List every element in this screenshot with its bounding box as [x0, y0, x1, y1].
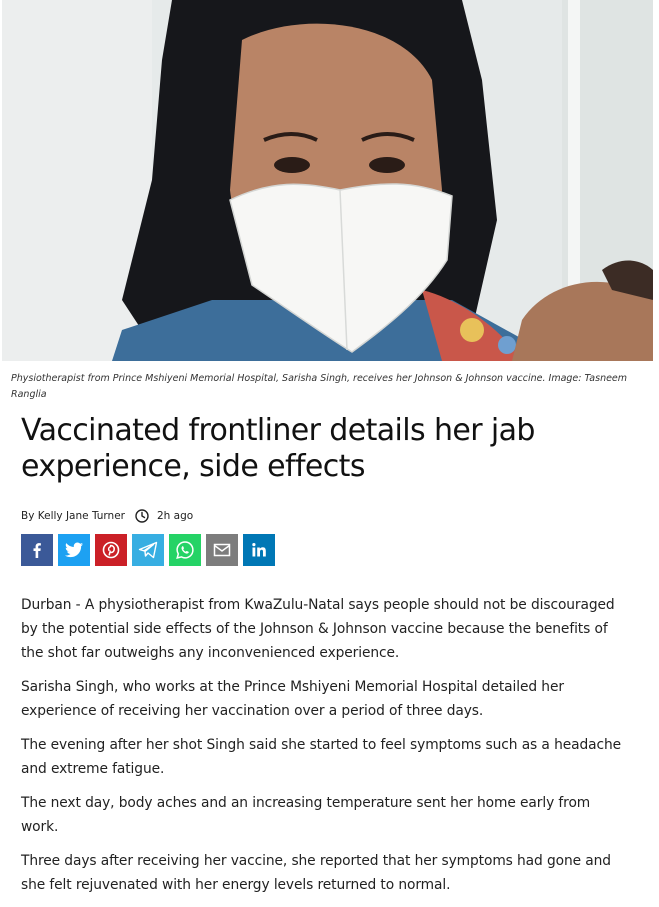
whatsapp-icon	[176, 541, 194, 560]
article-headline: Vaccinated frontliner details her jab ex…	[21, 413, 535, 484]
pinterest-icon	[102, 541, 120, 559]
image-caption: Physiotherapist from Prince Mshiyeni Mem…	[11, 373, 628, 400]
publish-time: 2h ago	[157, 510, 194, 522]
article-paragraph: Sarisha Singh, who works at the Prince M…	[21, 679, 564, 719]
share-pinterest-button[interactable]	[95, 534, 127, 566]
linkedin-icon	[252, 543, 266, 557]
article-paragraph: The next day, body aches and an increasi…	[21, 795, 591, 835]
facebook-icon	[33, 543, 41, 558]
share-email-button[interactable]	[206, 534, 238, 566]
share-bar	[21, 534, 275, 566]
share-twitter-button[interactable]	[58, 534, 90, 566]
share-linkedin-button[interactable]	[243, 534, 275, 566]
hero-photo-illustration	[2, 0, 653, 361]
hero-image	[2, 0, 653, 361]
author-name[interactable]: By Kelly Jane Turner	[21, 510, 125, 522]
article-body: Durban - A physiotherapist from KwaZulu-…	[21, 593, 631, 907]
telegram-icon	[138, 541, 158, 559]
article-paragraph: Durban - A physiotherapist from KwaZulu-…	[21, 597, 615, 661]
share-telegram-button[interactable]	[132, 534, 164, 566]
byline: By Kelly Jane Turner 2h ago	[21, 506, 193, 526]
twitter-icon	[65, 542, 83, 558]
share-whatsapp-button[interactable]	[169, 534, 201, 566]
share-facebook-button[interactable]	[21, 534, 53, 566]
email-icon	[213, 543, 231, 557]
article-paragraph: The evening after her shot Singh said sh…	[21, 737, 621, 777]
article-paragraph: Three days after receiving her vaccine, …	[21, 853, 611, 893]
clock-icon	[135, 509, 149, 523]
